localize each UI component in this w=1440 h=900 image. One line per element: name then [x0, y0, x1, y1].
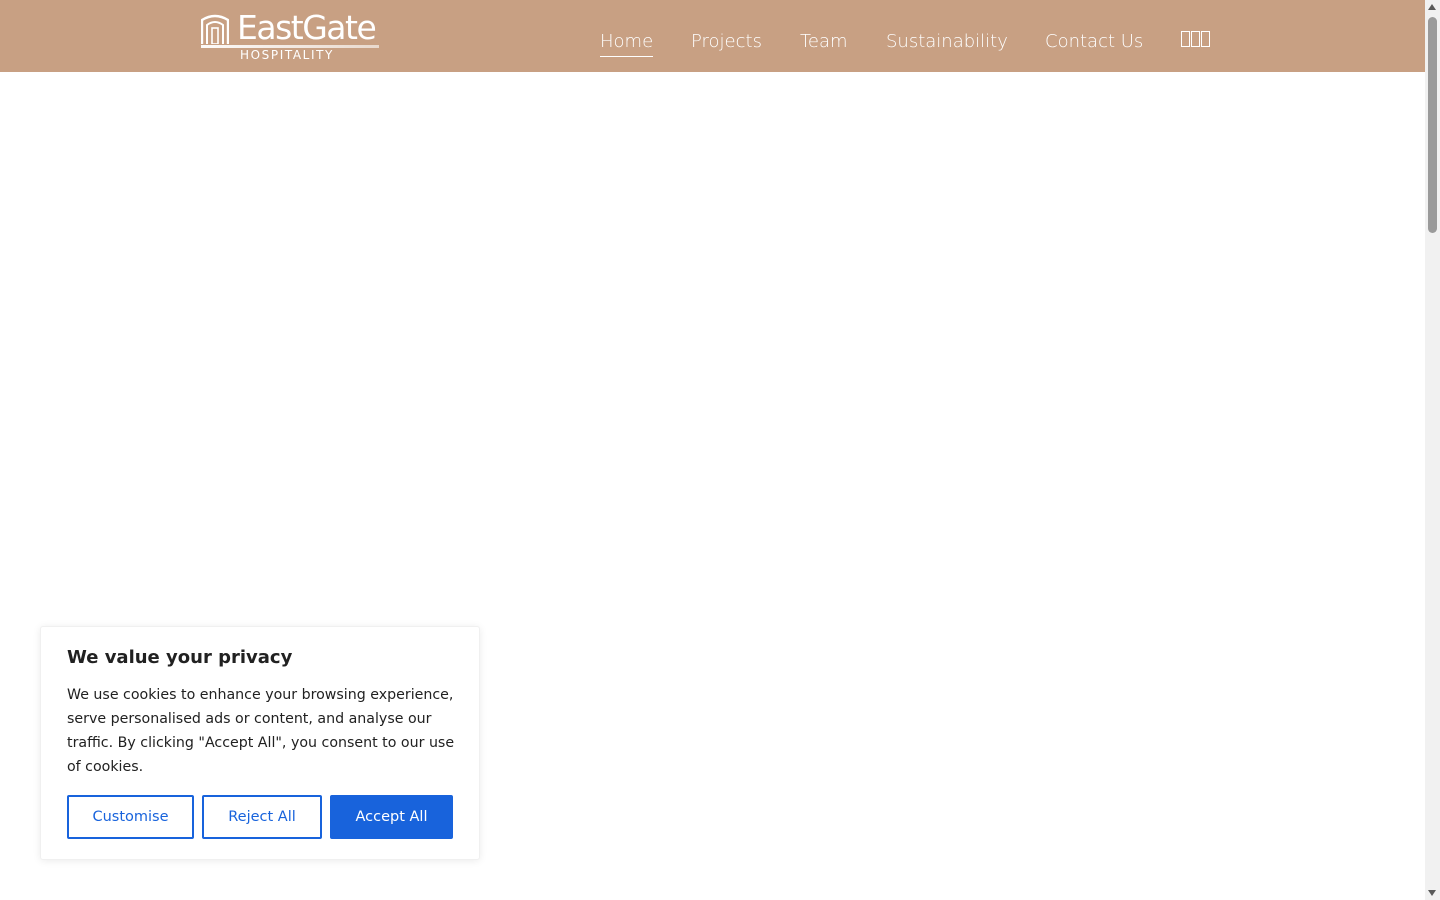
logo-subtitle: HOSPITALITY	[240, 48, 334, 62]
cookie-title: We value your privacy	[67, 647, 293, 668]
nav-projects[interactable]: Projects	[691, 30, 762, 54]
scrollbar-thumb[interactable]	[1428, 17, 1437, 233]
gate-logo-icon	[201, 14, 229, 44]
nav-contact-us[interactable]: Contact Us	[1045, 30, 1143, 54]
nav-home[interactable]: Home	[600, 30, 654, 57]
scroll-down-icon[interactable]	[1428, 890, 1436, 896]
site-logo[interactable]: EastGate HOSPITALITY	[201, 8, 381, 62]
page-scrollbar[interactable]	[1425, 0, 1440, 900]
cookie-consent-banner: We value your privacy We use cookies to …	[40, 626, 480, 860]
site-header: EastGate HOSPITALITY Home Projects Team …	[0, 0, 1425, 72]
missing-glyph-icon	[1181, 31, 1190, 47]
language-switch-icon[interactable]	[1181, 31, 1211, 47]
scroll-up-icon[interactable]	[1428, 4, 1436, 10]
logo-wordmark: EastGate	[237, 8, 377, 47]
nav-sustainability[interactable]: Sustainability	[886, 30, 1008, 54]
cookie-description: We use cookies to enhance your browsing …	[67, 687, 455, 775]
customise-button[interactable]: Customise	[67, 795, 194, 839]
accept-all-button[interactable]: Accept All	[330, 795, 453, 839]
missing-glyph-icon	[1201, 31, 1210, 47]
reject-all-button[interactable]: Reject All	[202, 795, 322, 839]
missing-glyph-icon	[1191, 31, 1200, 47]
nav-team[interactable]: Team	[800, 30, 848, 54]
